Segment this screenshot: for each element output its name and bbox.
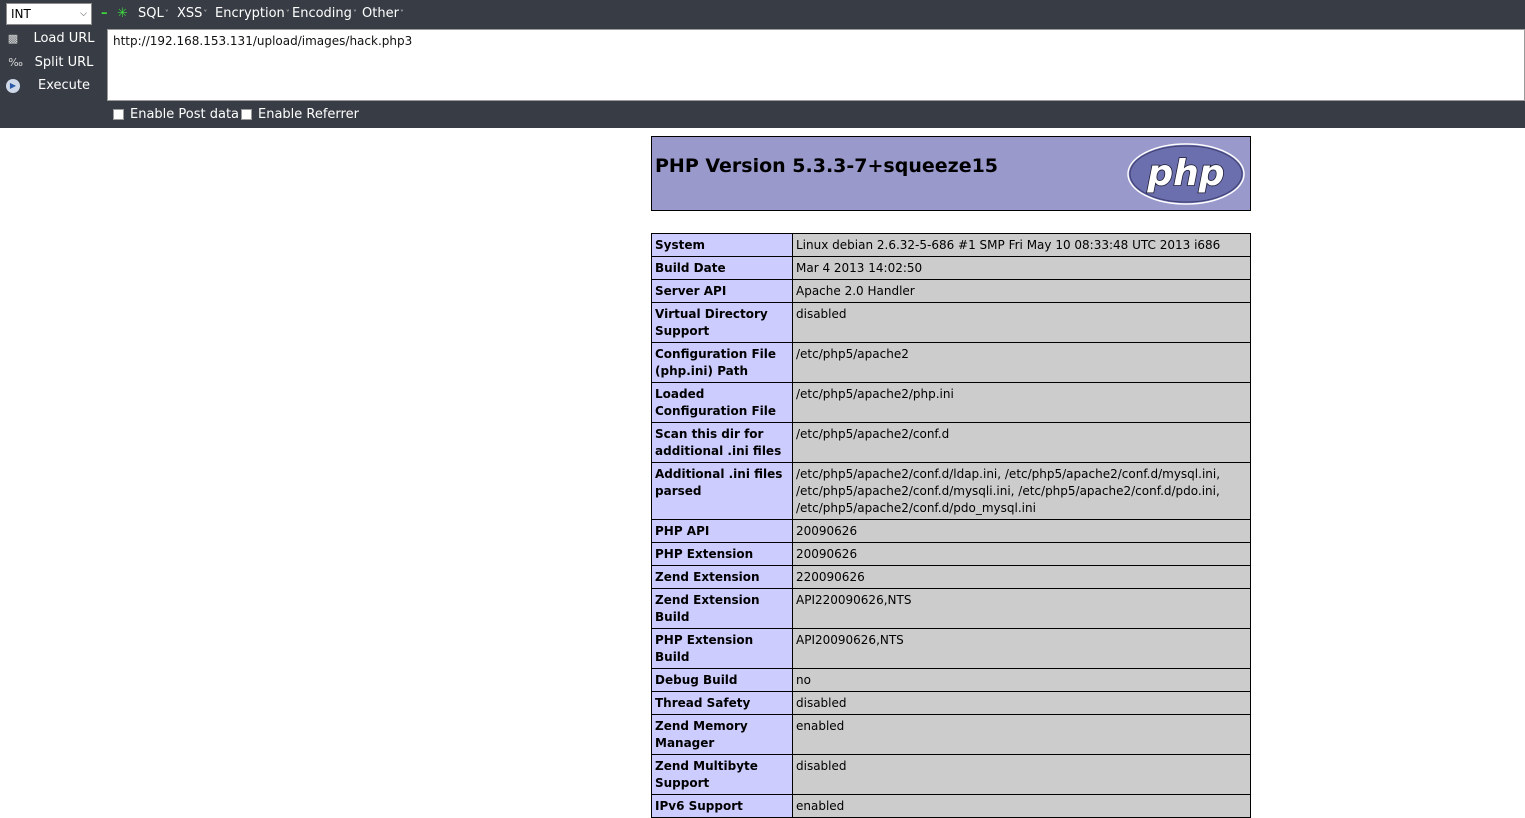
row-key: Virtual Directory Support [651, 302, 793, 343]
row-key: IPv6 Support [651, 794, 793, 818]
row-value: Linux debian 2.6.32-5-686 #1 SMP Fri May… [792, 233, 1251, 257]
execute-button[interactable]: ▶ Execute [0, 75, 106, 97]
row-key: Zend Multibyte Support [651, 754, 793, 795]
row-value: disabled [792, 691, 1251, 715]
table-row: Debug Build no [651, 668, 1251, 692]
mode-select[interactable]: INT ⌵ [6, 3, 92, 25]
row-value: enabled [792, 794, 1251, 818]
load-url-button[interactable]: ▩ Load URL [0, 28, 106, 50]
row-key: Server API [651, 279, 793, 303]
execute-icon: ▶ [6, 79, 20, 93]
menu-encryption[interactable]: Encryption˅ [215, 6, 290, 22]
chevron-down-icon: ˅ [203, 9, 208, 18]
load-icon: ▩ [7, 32, 19, 45]
row-value: Apache 2.0 Handler [792, 279, 1251, 303]
table-row: PHP Extension Build API20090626,NTS [651, 628, 1251, 669]
chevron-down-icon: ˅ [285, 9, 290, 18]
minus-icon[interactable]: – [101, 7, 108, 20]
row-value: /etc/php5/apache2/conf.d [792, 422, 1251, 463]
table-row: Build Date Mar 4 2013 14:02:50 [651, 256, 1251, 280]
table-row: Virtual Directory Support disabled [651, 302, 1251, 343]
table-row: Zend Multibyte Support disabled [651, 754, 1251, 795]
table-row: System Linux debian 2.6.32-5-686 #1 SMP F… [651, 233, 1251, 257]
chevron-down-icon: ˅ [164, 9, 169, 18]
plus-icon[interactable]: ✳ [117, 7, 128, 20]
table-row: Configuration File (php.ini) Path/etc/ph… [651, 342, 1251, 383]
row-key: Debug Build [651, 668, 793, 692]
page-title: PHP Version 5.3.3-7+squeeze15 [655, 155, 999, 177]
split-icon: ‰ [6, 56, 23, 69]
url-input[interactable]: http://192.168.153.131/upload/images/hac… [107, 29, 1525, 101]
row-value: 220090626 [792, 565, 1251, 589]
execute-label: Execute [38, 78, 90, 93]
menu-encoding[interactable]: Encoding˅ [292, 6, 357, 22]
php-logo-text: php [1146, 153, 1224, 194]
menu-sql-label: SQL [138, 6, 164, 21]
table-row: Server API Apache 2.0 Handler [651, 279, 1251, 303]
row-value: API20090626,NTS [792, 628, 1251, 669]
row-value: no [792, 668, 1251, 692]
row-key: Thread Safety [651, 691, 793, 715]
row-key: Build Date [651, 256, 793, 280]
menu-encryption-label: Encryption [215, 6, 285, 21]
enable-referrer-checkbox[interactable] [241, 109, 252, 120]
table-row: PHP Extension 20090626 [651, 542, 1251, 566]
table-row: Zend Extension 220090626 [651, 565, 1251, 589]
row-value: Mar 4 2013 14:02:50 [792, 256, 1251, 280]
row-key: PHP Extension Build [651, 628, 793, 669]
table-row: IPv6 Support enabled [651, 794, 1251, 818]
row-key: PHP API [651, 519, 793, 543]
table-row: PHP API 20090626 [651, 519, 1251, 543]
row-key: Loaded Configuration File [651, 382, 793, 423]
hackbar-actions: ▩ Load URL ‰ Split URL ▶ Execute [0, 28, 106, 102]
php-version-header: PHP Version 5.3.3-7+squeeze15 php [651, 136, 1251, 211]
split-url-label: Split URL [34, 55, 94, 70]
row-value: /etc/php5/apache2/php.ini [792, 382, 1251, 423]
row-key: System [651, 233, 793, 257]
chevron-down-icon: ˅ [352, 9, 357, 18]
row-key: Zend Extension [651, 565, 793, 589]
row-value: /etc/php5/apache2/conf.d/ldap.ini, /etc/… [792, 462, 1251, 520]
php-logo: php [1127, 143, 1245, 205]
row-key: Additional .ini files parsed [651, 462, 793, 520]
php-info-table: System Linux debian 2.6.32-5-686 #1 SMP F… [651, 233, 1251, 818]
row-value: 20090626 [792, 542, 1251, 566]
chevron-down-icon: ⌵ [80, 9, 87, 19]
enable-post-data-checkbox[interactable] [113, 109, 124, 120]
enable-referrer-label[interactable]: Enable Referrer [258, 107, 359, 123]
table-row: Additional .ini files parsed/etc/php5/ap… [651, 462, 1251, 520]
menu-other[interactable]: Other˅ [362, 6, 404, 22]
row-key: Configuration File (php.ini) Path [651, 342, 793, 383]
menu-other-label: Other [362, 6, 399, 21]
split-url-button[interactable]: ‰ Split URL [0, 52, 106, 74]
row-value: 20090626 [792, 519, 1251, 543]
table-row: Scan this dir for additional .ini files /… [651, 422, 1251, 463]
load-url-label: Load URL [33, 31, 95, 46]
menu-xss[interactable]: XSS˅ [177, 6, 207, 22]
mode-select-value: INT [11, 7, 31, 21]
table-row: Thread Safety disabled [651, 691, 1251, 715]
row-key: Zend Memory Manager [651, 714, 793, 755]
chevron-down-icon: ˅ [399, 9, 404, 18]
table-row: Zend Memory Manager enabled [651, 714, 1251, 755]
menu-encoding-label: Encoding [292, 6, 352, 21]
enable-post-data-label[interactable]: Enable Post data [130, 107, 239, 123]
table-row: Loaded Configuration File/etc/php5/apach… [651, 382, 1251, 423]
menu-sql[interactable]: SQL˅ [138, 6, 169, 22]
table-row: Zend Extension Build API220090626,NTS [651, 588, 1251, 629]
row-value: disabled [792, 302, 1251, 343]
row-value: API220090626,NTS [792, 588, 1251, 629]
row-value: enabled [792, 714, 1251, 755]
row-key: PHP Extension [651, 542, 793, 566]
hackbar-toolbar: INT ⌵ – ✳ SQL˅ XSS˅ Encryption˅ Encoding… [0, 0, 1525, 128]
row-value: /etc/php5/apache2 [792, 342, 1251, 383]
menu-xss-label: XSS [177, 6, 203, 21]
row-value: disabled [792, 754, 1251, 795]
row-key: Zend Extension Build [651, 588, 793, 629]
url-input-value: http://192.168.153.131/upload/images/hac… [113, 34, 413, 48]
hackbar-menubar: INT ⌵ – ✳ SQL˅ XSS˅ Encryption˅ Encoding… [0, 0, 1525, 28]
row-key: Scan this dir for additional .ini files [651, 422, 793, 463]
